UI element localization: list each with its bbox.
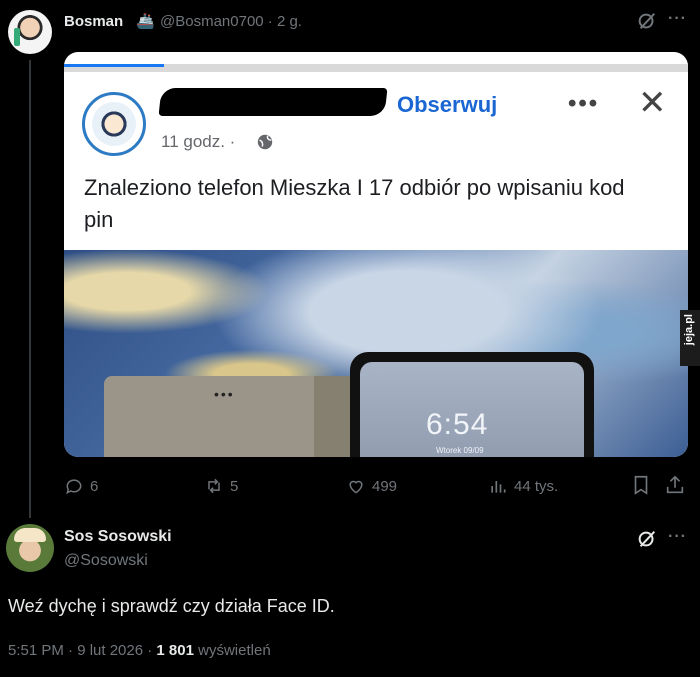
views-count: 44 tys. bbox=[514, 477, 559, 495]
fb-post-text: Znaleziono telefon Mieszka I 17 odbiór p… bbox=[84, 175, 625, 232]
reply-timestamp[interactable]: 5:51 PM · 9 lut 2026 · bbox=[8, 642, 156, 659]
reply-author-avatar[interactable] bbox=[6, 524, 54, 572]
reply-views-label: wyświetleń bbox=[193, 642, 271, 659]
author-handle[interactable]: @Bosman0700 bbox=[160, 13, 264, 30]
fb-post-photo: ••• 6:54 Wtorek 09/09 bbox=[64, 250, 688, 457]
phone-clock: 6:54 bbox=[426, 408, 489, 441]
fb-page-avatar bbox=[82, 92, 146, 156]
like-action[interactable]: 499 bbox=[346, 476, 397, 496]
reply-icon bbox=[66, 479, 82, 495]
bookmark-icon[interactable] bbox=[630, 474, 652, 496]
globe-icon bbox=[257, 134, 273, 150]
tweet-age: · 2 g. bbox=[267, 13, 302, 30]
author-name[interactable]: Bosman bbox=[64, 13, 123, 30]
repost-count: 5 bbox=[230, 477, 239, 495]
more-icon[interactable]: ··· bbox=[668, 10, 687, 28]
fb-progress-fill bbox=[64, 64, 164, 67]
fb-post-time: 11 godz. · bbox=[161, 132, 236, 151]
reply-meta: 5:51 PM · 9 lut 2026 · 1 801 wyświetleń bbox=[8, 642, 271, 659]
analytics-icon bbox=[491, 481, 506, 493]
fb-close-icon: ✕ bbox=[638, 84, 667, 122]
reply-action[interactable]: 6 bbox=[64, 476, 98, 496]
like-count: 499 bbox=[372, 477, 398, 495]
repost-action[interactable]: 5 bbox=[204, 476, 238, 496]
grok-icon[interactable] bbox=[636, 10, 658, 32]
author-handle-age[interactable]: @Bosman0700 · 2 g. bbox=[160, 13, 302, 30]
wallet-rivets: ••• bbox=[214, 386, 235, 402]
grok-icon[interactable] bbox=[636, 528, 658, 550]
reply-author-name[interactable]: Sos Sosowski bbox=[64, 528, 172, 546]
views-action[interactable]: 44 tys. bbox=[488, 476, 558, 496]
phone-date: Wtorek 09/09 bbox=[436, 446, 484, 455]
share-icon[interactable] bbox=[664, 474, 686, 496]
embedded-image[interactable]: Obserwuj ••• ✕ 11 godz. · Znaleziono tel… bbox=[64, 52, 688, 457]
reply-count: 6 bbox=[90, 477, 99, 495]
ship-emoji: 🚢 bbox=[136, 13, 155, 30]
reply-views-count: 1 801 bbox=[156, 642, 194, 659]
heart-icon bbox=[349, 480, 363, 494]
jeja-watermark: jeja.pl bbox=[680, 310, 700, 366]
wallet-fold bbox=[314, 376, 354, 457]
fb-more-icon: ••• bbox=[568, 90, 600, 117]
reply-author-handle[interactable]: @Sosowski bbox=[64, 552, 148, 570]
more-icon[interactable]: ··· bbox=[668, 528, 687, 546]
thread-line bbox=[29, 60, 31, 518]
reply-text: Weź dychę i sprawdź czy działa Face ID. bbox=[8, 596, 335, 616]
repost-icon bbox=[208, 478, 220, 494]
redacted-name bbox=[158, 88, 388, 116]
author-avatar[interactable] bbox=[8, 10, 52, 54]
fb-follow-button: Obserwuj bbox=[397, 92, 498, 117]
